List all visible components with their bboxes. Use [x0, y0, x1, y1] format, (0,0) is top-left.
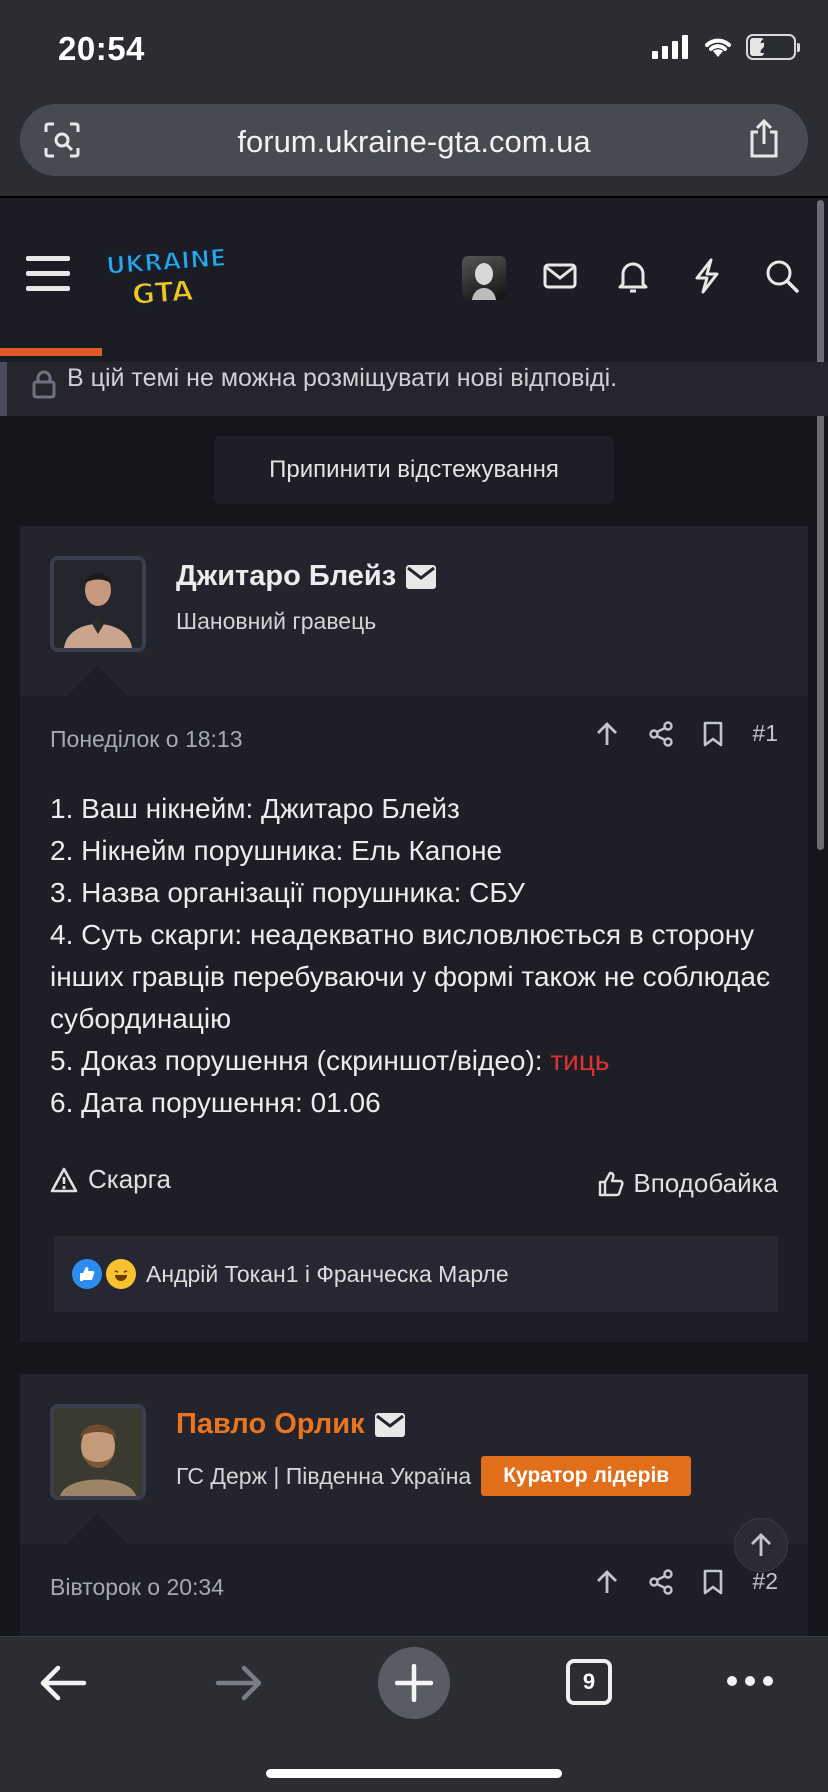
like-reaction-icon — [72, 1259, 102, 1289]
new-tab-button[interactable] — [378, 1647, 450, 1719]
post-actions: #2 — [594, 1568, 778, 1595]
url-text[interactable]: forum.ukraine-gta.com.ua — [20, 124, 808, 160]
tabs-button[interactable]: 9 — [566, 1659, 612, 1705]
author-title: Шановний гравець — [176, 608, 377, 634]
status-icons: 28 — [652, 34, 800, 60]
mail-icon[interactable] — [540, 256, 580, 296]
content-line: 3. Назва організації порушника: СБУ — [50, 877, 525, 908]
logo-text-bottom: GTA — [131, 274, 195, 311]
lock-icon — [32, 370, 56, 399]
post: Павло Орлик ГС Держ | Південна Україна К… — [20, 1374, 808, 1636]
content-line: 1. Ваш нікнейм: Джитаро Блейз — [50, 793, 460, 824]
role-badge: Куратор лідерів — [481, 1456, 692, 1496]
author-title-row: ГС Держ | Південна Україна Куратор лідер… — [176, 1456, 692, 1496]
author-avatar[interactable] — [50, 1404, 146, 1500]
author-title: ГС Держ | Південна Україна — [176, 1462, 472, 1489]
post-number[interactable]: #2 — [752, 1568, 778, 1595]
forum-header: UKRAINE GTA — [0, 196, 828, 362]
proof-link[interactable]: тиць — [550, 1045, 609, 1076]
bookmark-icon[interactable] — [702, 1569, 724, 1595]
content-line: 5. Доказ порушення (скриншот/відео): — [50, 1045, 551, 1076]
wifi-icon — [705, 38, 731, 57]
search-icon[interactable] — [762, 256, 802, 296]
back-arrow-icon[interactable] — [38, 1663, 88, 1703]
laugh-reaction-icon — [106, 1259, 136, 1289]
post-user-block: Павло Орлик ГС Держ | Південна Україна К… — [20, 1374, 808, 1544]
post-content: 1. Ваш нікнейм: Джитаро Блейз 2. Нікнейм… — [20, 776, 808, 1124]
thumbs-up-icon — [599, 1171, 624, 1196]
site-logo[interactable]: UKRAINE GTA — [104, 242, 224, 312]
page-scrollbar[interactable] — [817, 200, 824, 850]
user-avatar[interactable] — [462, 256, 506, 300]
post-footer: Скарга Вподобайка — [20, 1124, 808, 1236]
report-button[interactable]: Скарга — [50, 1164, 171, 1195]
envelope-icon[interactable] — [406, 564, 437, 589]
battery-level: 28 — [759, 35, 783, 58]
status-time: 20:54 — [58, 30, 145, 67]
user-block-pointer — [68, 1514, 128, 1544]
post-user-block: Джитаро Блейз Шановний гравець — [20, 526, 808, 696]
author-name[interactable]: Павло Орлик — [176, 1408, 365, 1441]
forward-arrow-icon[interactable] — [214, 1663, 264, 1703]
warning-icon — [50, 1167, 78, 1192]
envelope-icon[interactable] — [374, 1412, 405, 1437]
author-avatar[interactable] — [50, 556, 146, 652]
browser-toolbar: 9 — [0, 1636, 828, 1792]
author-name-row: Джитаро Блейз — [176, 560, 437, 593]
share-nodes-icon[interactable] — [648, 720, 674, 747]
share-nodes-icon[interactable] — [648, 1568, 674, 1595]
reactions-text[interactable]: Андрій Токан1 і Франческа Марле — [146, 1261, 509, 1288]
home-indicator[interactable] — [266, 1769, 562, 1778]
like-button[interactable]: Вподобайка — [597, 1168, 778, 1199]
content-line: 6. Дата порушення: 01.06 — [50, 1087, 381, 1118]
like-label: Вподобайка — [633, 1168, 778, 1198]
signal-icon — [652, 35, 688, 59]
bookmark-icon[interactable] — [702, 721, 724, 747]
arrow-up-icon[interactable] — [594, 1569, 620, 1595]
logo-text-top: UKRAINE — [105, 244, 224, 280]
content-line: 4. Суть скарги: неадекватно висловлюєтьс… — [50, 919, 771, 1034]
user-block-pointer — [68, 666, 128, 696]
arrow-up-icon — [751, 1533, 771, 1556]
more-icon[interactable] — [726, 1673, 774, 1689]
unfollow-button[interactable]: Припинити відстежування — [214, 436, 614, 504]
report-label: Скарга — [88, 1164, 172, 1194]
status-bar: 20:54 28 — [0, 0, 828, 98]
address-bar[interactable]: forum.ukraine-gta.com.ua — [20, 104, 808, 176]
content-line-proof: 5. Доказ порушення (скриншот/відео): тиц… — [50, 1040, 778, 1082]
content-line: 2. Нікнейм порушника: Ель Капоне — [50, 835, 503, 866]
post: Джитаро Блейз Шановний гравець Понеділок… — [20, 526, 808, 1342]
reactions-bar[interactable]: Андрій Токан1 і Франческа Марле — [54, 1236, 778, 1312]
author-name[interactable]: Джитаро Блейз — [176, 560, 396, 593]
post-date[interactable]: Понеділок о 18:13 — [50, 726, 243, 753]
post-meta: Понеділок о 18:13 #1 — [20, 696, 808, 776]
arrow-up-icon[interactable] — [594, 721, 620, 747]
reading-progress-bar — [0, 348, 102, 356]
locked-notice: В цій темі не можна розміщувати нові від… — [0, 362, 828, 416]
locked-notice-text: В цій темі не можна розміщувати нові від… — [67, 364, 618, 392]
author-name-row: Павло Орлик — [176, 1408, 405, 1441]
post-date[interactable]: Вівторок о 20:34 — [50, 1574, 224, 1601]
post-number[interactable]: #1 — [752, 720, 778, 747]
scroll-to-top-button[interactable] — [734, 1518, 788, 1572]
lightning-icon[interactable] — [687, 256, 727, 296]
post-meta: Вівторок о 20:34 #2 — [20, 1544, 808, 1624]
share-icon[interactable] — [746, 118, 782, 160]
browser-address-area: forum.ukraine-gta.com.ua — [0, 98, 828, 196]
post-actions: #1 — [594, 720, 778, 747]
bell-icon[interactable] — [613, 256, 653, 296]
battery-icon: 28 — [746, 34, 800, 60]
plus-icon — [395, 1664, 433, 1702]
menu-icon[interactable] — [26, 256, 70, 292]
